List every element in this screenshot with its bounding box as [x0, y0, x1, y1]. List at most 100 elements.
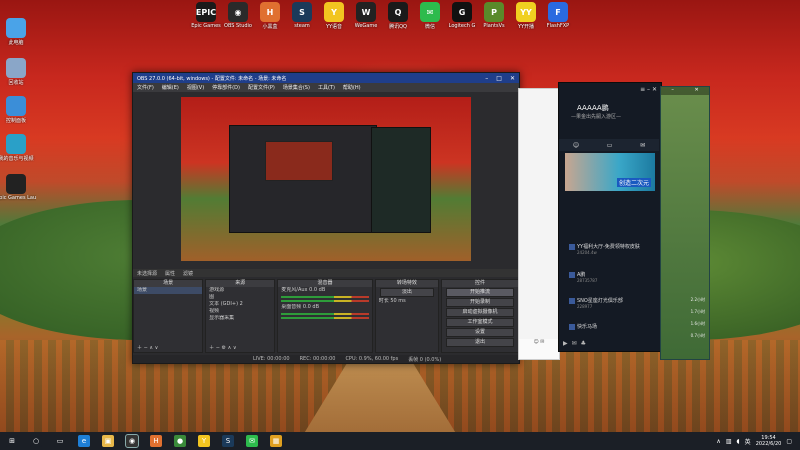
start-streaming-button[interactable]: 开始推流 [446, 288, 514, 297]
close-icon[interactable]: ✕ [694, 87, 698, 95]
menu-item[interactable]: 文件(F) [137, 84, 154, 91]
sources-header: 来源 [206, 280, 275, 287]
virtual-camera-button[interactable]: 启动虚拟摄像机 [446, 308, 514, 317]
wegame-icon: W [356, 2, 376, 22]
source-item[interactable]: 游戏源 [206, 287, 274, 294]
mixer-level: 0.0 dB [302, 304, 320, 310]
game-icon[interactable]: ♣ [581, 340, 586, 347]
search-icon[interactable]: ○ [30, 435, 42, 447]
user-subtitle: —果金出先嗣入游区— [571, 114, 622, 120]
filters-button[interactable]: 滤镜 [183, 270, 193, 277]
source-item[interactable]: 文本 (GDI+) 2 [206, 301, 274, 308]
list-item[interactable]: YY福利大厅-免费领特权皮肤 24204.4w [569, 243, 640, 255]
green-window[interactable]: – ✕ 2.2小时 1.7小时 1.6小时 0.7小时 [660, 86, 710, 360]
wechat-taskbar-icon[interactable]: ✉ [246, 435, 258, 447]
list-item[interactable]: A鹏 28735787 [569, 271, 597, 283]
nested-preview-window [265, 141, 333, 181]
notification-icon[interactable]: ▢ [786, 438, 792, 445]
desktop-icon[interactable]: 回收站 [0, 58, 36, 86]
obs-menu-bar: 文件(F) 编辑(E) 视图(V) 停靠部件(D) 配置文件(P) 场景集合(S) 工具(T… [133, 83, 519, 92]
minimize-icon[interactable]: – [485, 75, 488, 82]
menu-item[interactable]: 场景集合(S) [283, 84, 310, 91]
contacts-tab-icon[interactable]: ☺ [573, 142, 579, 149]
chevron-up-icon[interactable]: ∧ [716, 438, 720, 445]
desktop-icon[interactable]: 此电脑 [0, 18, 36, 46]
transition-type-select[interactable]: 淡出 [379, 288, 435, 297]
sources-dock: 来源 游戏源 图 文本 (GDI+) 2 视频 显示器采集 ＋ − ⚙ ∧ ∨ [205, 279, 276, 353]
desktop-icon[interactable]: Epic Games Launcher [0, 174, 36, 201]
properties-button[interactable]: 属性 [165, 270, 175, 277]
menu-item[interactable]: 编辑(E) [162, 84, 179, 91]
windows-start-icon[interactable]: ⊞ [6, 435, 18, 447]
exit-button[interactable]: 退出 [446, 338, 514, 347]
menu-icon[interactable]: ≡ [640, 86, 645, 93]
channels-tab-icon[interactable]: ▭ [607, 142, 613, 149]
green-window-controls[interactable]: – ✕ [661, 87, 709, 95]
chrome-icon[interactable]: ● [174, 435, 186, 447]
obs-title-bar[interactable]: OBS 27.0.0 (64-bit, windows) - 配置文件: 未命名… [133, 73, 519, 83]
steam-taskbar-icon[interactable]: S [222, 435, 234, 447]
store-icon[interactable]: ▦ [270, 435, 282, 447]
maximize-icon[interactable]: □ [496, 75, 502, 82]
source-item[interactable]: 视频 [206, 308, 274, 315]
edge-icon[interactable]: e [78, 435, 90, 447]
audio-meter [281, 296, 369, 298]
scene-controls[interactable]: ＋ − ∧ ∨ [134, 345, 161, 352]
nested-side-app-preview [371, 127, 431, 233]
desktop-icon-label: Epic Games Launcher [0, 195, 36, 201]
menu-item[interactable]: 帮助(H) [343, 84, 361, 91]
heybox-taskbar-icon[interactable]: H [150, 435, 162, 447]
desktop-icon[interactable]: 我的音乐与视频 [0, 134, 36, 162]
clock[interactable]: 19:54 2022/6/20 [756, 435, 782, 447]
duration-input[interactable]: 50 ms [390, 298, 405, 304]
studio-mode-button[interactable]: 工作室模式 [446, 318, 514, 327]
scenes-dock: 场景 场景 ＋ − ∧ ∨ [133, 279, 204, 353]
source-item[interactable]: 显示器采集 [206, 315, 274, 322]
source-item[interactable]: 图 [206, 294, 274, 301]
side-app-footer[interactable]: ▶ ✉ ♣ [563, 340, 657, 347]
window-controls[interactable]: ≡ – ✕ [640, 86, 657, 93]
minimize-icon[interactable]: – [647, 86, 650, 93]
promo-banner[interactable]: 创造二次元 [565, 153, 655, 191]
obs-preview-canvas[interactable] [181, 97, 471, 261]
user-name: AAAAA鹏 [577, 104, 609, 112]
task-view-icon[interactable]: ▭ [54, 435, 66, 447]
scene-item[interactable]: 场景 [134, 287, 203, 294]
side-app-tabs[interactable]: ☺ ▭ ✉ [559, 139, 659, 151]
source-controls[interactable]: ＋ − ⚙ ∧ ∨ [206, 345, 239, 352]
cpu-fps: CPU: 0.9%, 60.00 fps [345, 356, 399, 362]
logitech-icon: G [452, 2, 472, 22]
close-icon[interactable]: ✕ [510, 75, 515, 82]
minimize-icon[interactable]: – [671, 87, 674, 95]
menu-item[interactable]: 停靠部件(D) [212, 84, 240, 91]
desktop-icon[interactable]: 控制面板 [0, 96, 36, 124]
yy-side-app-window[interactable]: ≡ – ✕ AAAAA鹏 —果金出先嗣入游区— ☺ ▭ ✉ 创造二次元 YY福利… [558, 82, 662, 352]
obs-window[interactable]: OBS 27.0.0 (64-bit, windows) - 配置文件: 未命名… [132, 72, 523, 364]
obs-taskbar-icon[interactable]: ◉ [125, 434, 139, 448]
menu-item[interactable]: 工具(T) [318, 84, 335, 91]
chat-toolbar[interactable]: ☺ ✉ [519, 339, 559, 359]
menu-item[interactable]: 视图(V) [187, 84, 204, 91]
file-explorer-icon[interactable]: ▣ [102, 435, 114, 447]
desktop-icon[interactable]: F FlashFXP [538, 2, 578, 29]
volume-slider[interactable] [281, 300, 369, 302]
controls-header: 控件 [442, 280, 518, 287]
wechat-icon: ✉ [420, 2, 440, 22]
input-language[interactable]: 英 [745, 437, 751, 446]
volume-icon[interactable]: ◖ [737, 438, 740, 445]
clock-date: 2022/6/20 [755, 441, 782, 447]
menu-item[interactable]: 配置文件(P) [248, 84, 275, 91]
video-icon[interactable]: ▶ [563, 340, 568, 347]
messages-tab-icon[interactable]: ✉ [640, 142, 645, 149]
yy-taskbar-icon[interactable]: Y [198, 435, 210, 447]
volume-slider[interactable] [281, 317, 369, 319]
network-icon[interactable]: ▥ [726, 438, 732, 445]
close-icon[interactable]: ✕ [652, 86, 657, 93]
list-item[interactable]: SNO星座灯光俱乐部 228977 [569, 297, 623, 309]
chat-window[interactable]: ☺ ✉ [518, 88, 560, 360]
mail-icon[interactable]: ✉ [572, 340, 577, 347]
obs-status-bar: LIVE: 00:00:00 REC: 00:00:00 CPU: 0.9%, … [133, 355, 519, 363]
start-recording-button[interactable]: 开始录制 [446, 298, 514, 307]
list-item[interactable]: 快乐马场 [569, 323, 597, 330]
settings-button[interactable]: 设置 [446, 328, 514, 337]
